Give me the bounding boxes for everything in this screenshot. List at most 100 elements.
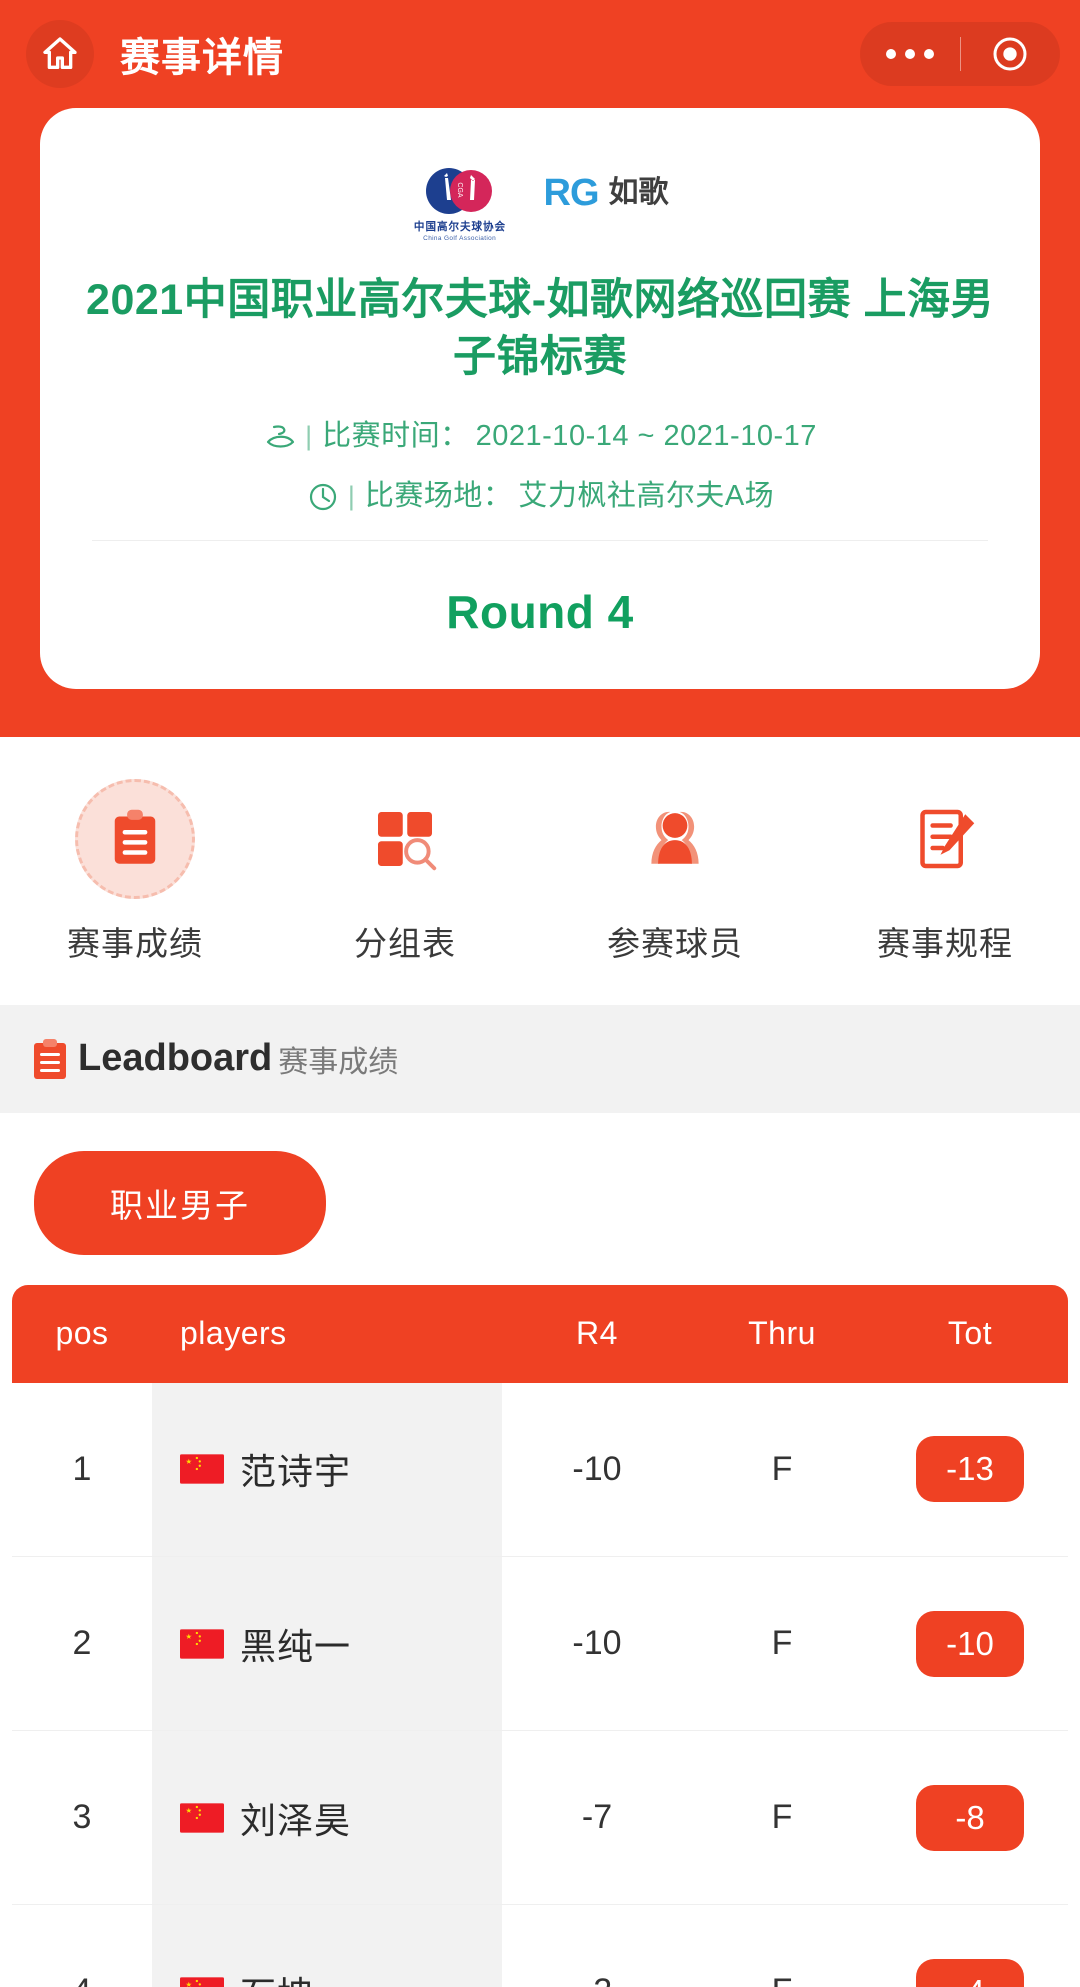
quicknav-label-rules: 赛事规程 xyxy=(877,924,1013,962)
cell-r4: -2 xyxy=(502,1904,692,1987)
cn-flag-icon xyxy=(180,1628,224,1659)
cell-thru: F xyxy=(692,1382,872,1557)
round-label: Round 4 xyxy=(446,585,634,638)
player-name: 黑纯一 xyxy=(240,1625,352,1667)
meta-label-date: 比赛时间： xyxy=(322,420,470,452)
grid-search-icon-wrap xyxy=(345,779,465,899)
column-header-players[interactable]: players xyxy=(152,1284,502,1383)
app-header: 赛事详情 xyxy=(0,0,1080,108)
cn-flag-icon xyxy=(180,1454,224,1484)
leaderboard-subtitle: 赛事成绩 xyxy=(278,1045,399,1079)
player-name: 刘泽昊 xyxy=(240,1799,352,1841)
quicknav-label-groups: 分组表 xyxy=(354,924,456,962)
more-dots-icon[interactable] xyxy=(860,49,960,59)
cell-player: 范诗宇 xyxy=(152,1382,502,1557)
meta-row-venue: | 比赛场地： 艾力枫社高尔夫A场 xyxy=(82,480,998,514)
golf-green-icon xyxy=(267,424,295,448)
cell-tot: -8 xyxy=(872,1730,1068,1905)
table-row[interactable]: 1 范诗宇 -10 F -13 xyxy=(12,1382,1068,1557)
table-row[interactable]: 2 黑纯一 -10 F -10 xyxy=(12,1556,1068,1731)
cell-thru: F xyxy=(692,1904,872,1987)
column-header-thru[interactable]: Thru xyxy=(692,1284,872,1383)
cell-pos: 3 xyxy=(12,1730,152,1905)
tournament-title: 2021中国职业高尔夫球-如歌网络巡回赛 上海男子锦标赛 xyxy=(86,276,994,381)
cell-r4: -10 xyxy=(502,1382,692,1557)
meta-value-venue: 艾力枫社高尔夫A场 xyxy=(518,480,775,512)
target-circle-icon[interactable] xyxy=(961,34,1061,74)
home-icon xyxy=(43,37,77,70)
cga-cn-name: 中国高尔夫球协会 xyxy=(413,221,506,233)
cell-player: 刘泽昊 xyxy=(152,1730,502,1905)
clipboard-icon-wrap xyxy=(75,778,195,899)
cell-player: 石坤 xyxy=(152,1904,502,1987)
cell-r4: -10 xyxy=(502,1556,692,1731)
cell-player: 黑纯一 xyxy=(152,1556,502,1731)
cn-flag-icon xyxy=(180,1976,224,1987)
leaderboard-section-header: Leadboard 赛事成绩 xyxy=(0,1004,1080,1113)
clock-icon xyxy=(309,483,336,510)
column-header-tot[interactable]: Tot xyxy=(872,1284,1068,1383)
users-icon xyxy=(651,811,699,864)
logo-row: CGA 中国高尔夫球协会 China Golf Association RG 如… xyxy=(82,152,998,242)
page-title: 赛事详情 xyxy=(120,36,284,80)
meta-row-date: | 比赛时间： 2021-10-14 ~ 2021-10-17 xyxy=(82,420,998,454)
grid-search-icon xyxy=(378,811,437,870)
rg-mark: RG xyxy=(543,172,600,214)
tournament-card: CGA 中国高尔夫球协会 China Golf Association RG 如… xyxy=(40,108,1040,689)
player-name: 范诗宇 xyxy=(240,1451,352,1493)
clipboard-icon xyxy=(34,1038,66,1079)
column-header-pos[interactable]: pos xyxy=(12,1284,152,1383)
total-badge: -10 xyxy=(916,1610,1024,1677)
total-badge: -8 xyxy=(916,1784,1024,1851)
leaderboard-table-wrap: pos players R4 Thru Tot 1 范诗宇 -10 F -13 … xyxy=(0,1284,1080,1987)
quick-nav: 赛事成绩 分组表 参赛球员 赛事规程 xyxy=(0,736,1080,1005)
cell-pos: 4 xyxy=(12,1904,152,1987)
category-pill-pro-men[interactable]: 职业男子 xyxy=(34,1150,326,1255)
tournament-meta: | 比赛时间： 2021-10-14 ~ 2021-10-17 | 比赛场地： … xyxy=(82,420,998,514)
quicknav-label-scores: 赛事成绩 xyxy=(67,924,203,962)
clipboard-icon xyxy=(114,809,156,864)
table-row[interactable]: 3 刘泽昊 -7 F -8 xyxy=(12,1730,1068,1905)
cell-thru: F xyxy=(692,1730,872,1905)
users-icon-wrap xyxy=(615,779,735,899)
cga-en-name: China Golf Association xyxy=(423,235,496,242)
quicknav-item-groups[interactable]: 分组表 xyxy=(270,779,540,965)
rg-logo: RG 如歌 xyxy=(544,174,669,212)
target-circle-glyph xyxy=(993,37,1027,71)
quicknav-item-rules[interactable]: 赛事规程 xyxy=(810,779,1080,965)
cn-flag-icon xyxy=(180,1802,224,1833)
cga-logo: CGA 中国高尔夫球协会 China Golf Association xyxy=(412,158,508,242)
table-header-row: pos players R4 Thru Tot xyxy=(12,1284,1068,1383)
cell-thru: F xyxy=(692,1556,872,1731)
leaderboard-table: pos players R4 Thru Tot 1 范诗宇 -10 F -13 … xyxy=(12,1284,1068,1987)
document-pencil-icon xyxy=(920,809,975,868)
quicknav-item-players[interactable]: 参赛球员 xyxy=(540,779,810,965)
cell-tot: -13 xyxy=(872,1382,1068,1557)
quicknav-item-scores[interactable]: 赛事成绩 xyxy=(0,778,270,965)
cell-pos: 2 xyxy=(12,1556,152,1731)
table-body: 1 范诗宇 -10 F -13 2 黑纯一 -10 F -10 3 刘泽昊 -7… xyxy=(12,1382,1068,1987)
document-pencil-icon-wrap xyxy=(885,779,1005,899)
miniprogram-capsule[interactable] xyxy=(860,22,1060,86)
quicknav-label-players: 参赛球员 xyxy=(607,924,743,962)
cell-tot: -10 xyxy=(872,1556,1068,1731)
category-filter-row: 职业男子 xyxy=(0,1112,1080,1285)
cga-golf-logo: CGA xyxy=(425,168,492,214)
svg-text:CGA: CGA xyxy=(456,182,463,198)
player-name: 石坤 xyxy=(240,1966,314,1987)
table-head: pos players R4 Thru Tot xyxy=(12,1284,1068,1383)
hero-section: CGA 中国高尔夫球协会 China Golf Association RG 如… xyxy=(0,108,1080,737)
home-button[interactable] xyxy=(26,20,94,88)
table-row[interactable]: 4 石坤 -2 F xyxy=(12,1904,1068,1987)
rg-cn-name: 如歌 xyxy=(608,176,669,209)
meta-separator: | xyxy=(347,481,355,511)
total-badge: -4 xyxy=(916,1958,1024,1987)
column-header-r4[interactable]: R4 xyxy=(502,1284,692,1383)
cell-tot: -4 xyxy=(872,1904,1068,1987)
meta-label-venue: 比赛场地： xyxy=(364,480,513,512)
meta-separator: | xyxy=(305,421,313,451)
total-badge: -13 xyxy=(916,1436,1024,1503)
cell-r4: -7 xyxy=(502,1730,692,1905)
cell-pos: 1 xyxy=(12,1382,152,1557)
meta-value-date: 2021-10-14 ~ 2021-10-17 xyxy=(475,420,817,452)
